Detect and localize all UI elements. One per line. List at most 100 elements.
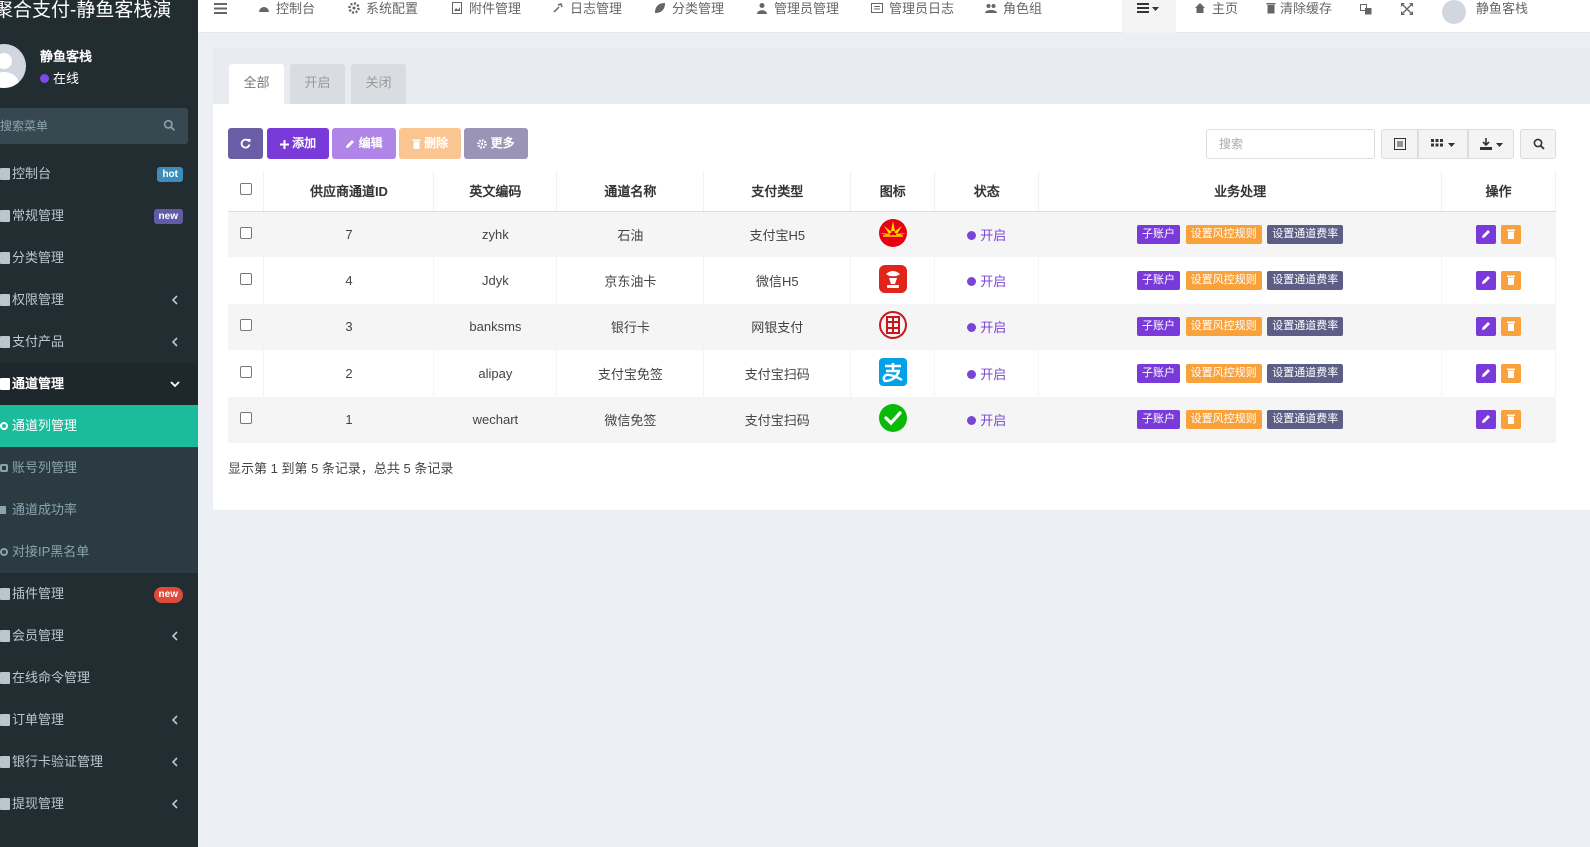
export-dropdown-button[interactable]: [1468, 129, 1514, 159]
nav-clear-cache[interactable]: 清除缓存: [1265, 0, 1332, 18]
sidebar-item-command[interactable]: 在线命令管理: [0, 657, 198, 699]
nav-admin[interactable]: 管理员管理: [756, 0, 839, 18]
table-row[interactable]: 2 alipay 支付宝免签 支付宝扫码 开启 子账户 设置风控规则 设置通道费…: [228, 350, 1556, 397]
nav-dashboard[interactable]: 控制台: [258, 0, 315, 18]
column-header[interactable]: 支付类型: [703, 171, 852, 212]
nav-log[interactable]: 日志管理: [552, 0, 622, 18]
nav-user-name[interactable]: 静鱼客栈: [1476, 0, 1528, 18]
column-header[interactable]: 英文编码: [433, 171, 558, 212]
language-icon[interactable]: [1360, 4, 1372, 15]
nav-home[interactable]: 主页: [1194, 0, 1238, 18]
sidebar-item-member[interactable]: 会员管理: [0, 615, 198, 657]
channel-rate-button[interactable]: 设置通道费率: [1267, 410, 1344, 430]
search-input[interactable]: [1206, 129, 1375, 159]
more-button[interactable]: 更多: [464, 128, 528, 159]
advanced-search-button[interactable]: [1520, 129, 1556, 159]
row-delete-button[interactable]: [1501, 363, 1522, 383]
status-badge[interactable]: 开启: [967, 274, 1006, 289]
nav-category[interactable]: 分类管理: [654, 0, 724, 18]
column-header[interactable]: 状态: [934, 171, 1040, 212]
tab-disabled[interactable]: 关闭: [351, 64, 406, 104]
sidebar-item-general[interactable]: 常规管理 new: [0, 195, 198, 237]
row-delete-button[interactable]: [1501, 224, 1522, 244]
sidebar-item-order[interactable]: 订单管理: [0, 699, 198, 741]
table-row[interactable]: 3 banksms 银行卡 网银支付 开启 子账户 设置风控规则 设置通道费率: [228, 303, 1556, 351]
status-badge[interactable]: 开启: [967, 320, 1006, 335]
row-delete-button[interactable]: [1501, 271, 1522, 291]
nav-attachment[interactable]: 附件管理: [451, 0, 521, 18]
list-alt-icon: [871, 3, 883, 13]
sub-account-button[interactable]: 子账户: [1136, 410, 1180, 430]
row-checkbox[interactable]: [239, 226, 252, 239]
sidebar-item-success-rate[interactable]: 通道成功率: [0, 489, 198, 531]
sub-account-button[interactable]: 子账户: [1136, 271, 1180, 291]
tab-all[interactable]: 全部: [229, 64, 284, 104]
columns-dropdown-button[interactable]: [1418, 129, 1468, 159]
channel-rate-button[interactable]: 设置通道费率: [1267, 271, 1344, 291]
sub-account-button[interactable]: 子账户: [1136, 224, 1180, 244]
avatar[interactable]: [1442, 0, 1466, 24]
channel-rate-button[interactable]: 设置通道费率: [1267, 363, 1344, 383]
sidebar-item-auth[interactable]: 权限管理: [0, 279, 198, 321]
toggle-view-button[interactable]: [1381, 129, 1418, 159]
sub-account-button[interactable]: 子账户: [1136, 363, 1180, 383]
sidebar-item-channel[interactable]: 通道管理: [0, 363, 198, 405]
row-edit-button[interactable]: [1475, 224, 1496, 244]
sidebar-item-dashboard[interactable]: 控制台 hot: [0, 153, 198, 195]
select-all-checkbox[interactable]: [239, 183, 252, 196]
risk-rule-button[interactable]: 设置风控规则: [1185, 363, 1262, 383]
nav-system-config[interactable]: 系统配置: [348, 0, 418, 18]
column-header[interactable]: 供应商通道ID: [263, 171, 435, 212]
row-edit-button[interactable]: [1475, 271, 1496, 291]
nav-role-group[interactable]: 角色组: [985, 0, 1042, 18]
status-dot-icon: [967, 277, 977, 287]
row-checkbox[interactable]: [239, 412, 252, 425]
chevron-left-icon: [171, 715, 178, 725]
sub-account-button[interactable]: 子账户: [1136, 317, 1180, 337]
row-edit-button[interactable]: [1475, 410, 1496, 430]
sidebar-item-bankcard[interactable]: 银行卡验证管理: [0, 741, 198, 783]
sidebar-item-ip-blacklist[interactable]: 对接IP黑名单: [0, 531, 198, 573]
row-edit-button[interactable]: [1475, 317, 1496, 337]
row-edit-button[interactable]: [1475, 363, 1496, 383]
fullscreen-icon[interactable]: [1401, 3, 1413, 15]
tab-enabled[interactable]: 开启: [290, 64, 345, 104]
sidebar-item-account-list[interactable]: 账号列管理: [0, 447, 198, 489]
table-row[interactable]: 4 Jdyk 京东油卡 微信H5 开启 子账户 设置风控规则 设置通道费率: [228, 257, 1556, 304]
column-header[interactable]: 图标: [850, 171, 936, 212]
delete-button[interactable]: 删除: [399, 128, 461, 159]
column-header[interactable]: 业务处理: [1038, 171, 1442, 212]
risk-rule-button[interactable]: 设置风控规则: [1185, 317, 1262, 337]
table-row[interactable]: 7 zyhk 石油 支付宝H5 开启 子账户 设置风控规则 设置通道费率: [228, 211, 1556, 258]
risk-rule-button[interactable]: 设置风控规则: [1185, 410, 1262, 430]
risk-rule-button[interactable]: 设置风控规则: [1185, 271, 1262, 291]
sidebar-toggle-icon[interactable]: [214, 3, 227, 14]
sidebar-item-plugin[interactable]: 插件管理 new: [0, 573, 198, 615]
channel-rate-button[interactable]: 设置通道费率: [1267, 224, 1344, 244]
row-delete-button[interactable]: [1501, 410, 1522, 430]
sidebar-item-channel-list[interactable]: 通道列管理: [0, 405, 198, 447]
status-badge[interactable]: 开启: [967, 228, 1006, 243]
column-header[interactable]: 通道名称: [556, 171, 705, 212]
sidebar-item-pay-product[interactable]: 支付产品: [0, 321, 198, 363]
edit-button[interactable]: 编辑: [332, 128, 396, 159]
row-delete-button[interactable]: [1501, 317, 1522, 337]
status-badge[interactable]: 开启: [967, 367, 1006, 382]
row-checkbox[interactable]: [239, 365, 252, 378]
status-badge[interactable]: 开启: [967, 413, 1006, 428]
sidebar-item-category[interactable]: 分类管理: [0, 237, 198, 279]
search-icon[interactable]: [163, 119, 176, 132]
table-row[interactable]: 1 wechart 微信免签 支付宝扫码 开启 子账户 设置风控规则 设置通道费…: [228, 396, 1556, 443]
sidebar-item-label: 常规管理: [12, 208, 65, 223]
row-checkbox[interactable]: [239, 273, 252, 286]
sidebar-search-input[interactable]: [0, 108, 158, 144]
refresh-button[interactable]: [228, 128, 263, 159]
nav-admin-log[interactable]: 管理员日志: [871, 0, 954, 18]
row-checkbox[interactable]: [239, 319, 252, 332]
risk-rule-button[interactable]: 设置风控规则: [1185, 224, 1262, 244]
add-button[interactable]: 添加: [267, 128, 329, 159]
column-header[interactable]: 操作: [1441, 171, 1556, 212]
channel-rate-button[interactable]: 设置通道费率: [1267, 317, 1344, 337]
nav-menu-dropdown[interactable]: [1122, 0, 1176, 33]
sidebar-item-withdraw[interactable]: 提现管理: [0, 783, 198, 825]
